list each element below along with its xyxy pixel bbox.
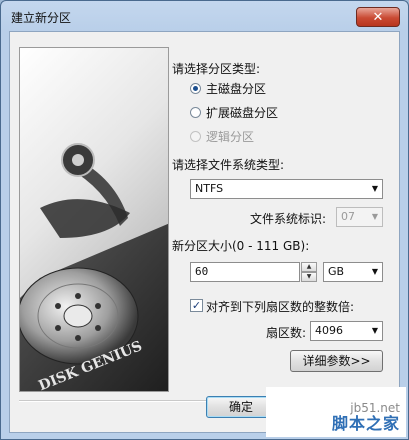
sectors-label: 扇区数: (266, 326, 307, 340)
size-unit-select-value: GB (328, 265, 345, 278)
window-title: 建立新分区 (11, 11, 72, 25)
chevron-down-icon: ▼ (371, 212, 378, 221)
close-button[interactable]: ✕ (356, 7, 400, 27)
sectors-select-value: 4096 (315, 324, 343, 337)
partition-size-label: 新分区大小(0 - 111 GB): (172, 239, 310, 253)
radio-extended-partition-label[interactable]: 扩展磁盘分区 (206, 104, 278, 121)
radio-primary-partition[interactable] (190, 83, 201, 94)
fs-id-select: 07 ▼ (336, 207, 383, 227)
fs-id-select-value: 07 (341, 210, 355, 223)
stepper-down-icon[interactable]: ▼ (301, 272, 317, 282)
hard-disk-illustration: DISK GENIUS (20, 143, 168, 391)
sectors-select[interactable]: 4096 ▼ (310, 321, 383, 341)
filesystem-select[interactable]: NTFS ▼ (190, 179, 383, 199)
radio-extended-partition[interactable] (190, 107, 201, 118)
fs-id-label: 文件系统标识: (250, 212, 327, 226)
stepper-up-icon[interactable]: ▲ (301, 262, 317, 272)
partition-size-stepper[interactable]: ▲ ▼ (301, 262, 317, 282)
filesystem-select-value: NTFS (195, 182, 224, 195)
dialog-body: DISK GENIUS 请选择分区类型: 主磁盘分区 扩展磁盘分区 逻辑分区 请… (9, 31, 400, 433)
watermark-brand-text: 脚本之家 (331, 414, 400, 433)
disk-genius-banner-image: DISK GENIUS (19, 47, 169, 392)
partition-size-input[interactable]: 60 (190, 262, 300, 282)
align-checkbox[interactable]: ✓ (190, 299, 203, 312)
chevron-down-icon: ▼ (371, 326, 378, 335)
title-bar[interactable]: 建立新分区 ✕ (1, 1, 408, 31)
dialog-window: 建立新分区 ✕ DISK GENIUS 请选择分区类型: 主磁盘分区 扩展磁盘分… (0, 0, 409, 440)
chevron-down-icon: ▼ (371, 184, 378, 193)
size-unit-select[interactable]: GB ▼ (323, 262, 383, 282)
radio-primary-partition-label[interactable]: 主磁盘分区 (206, 80, 266, 97)
align-checkbox-label[interactable]: 对齐到下列扇区数的整数倍: (206, 298, 354, 315)
details-button[interactable]: 详细参数>> (290, 350, 383, 372)
radio-logical-partition (190, 131, 201, 142)
chevron-down-icon: ▼ (371, 267, 378, 276)
partition-type-label: 请选择分区类型: (172, 62, 261, 76)
filesystem-type-label: 请选择文件系统类型: (172, 158, 285, 172)
radio-logical-partition-label: 逻辑分区 (206, 130, 255, 144)
